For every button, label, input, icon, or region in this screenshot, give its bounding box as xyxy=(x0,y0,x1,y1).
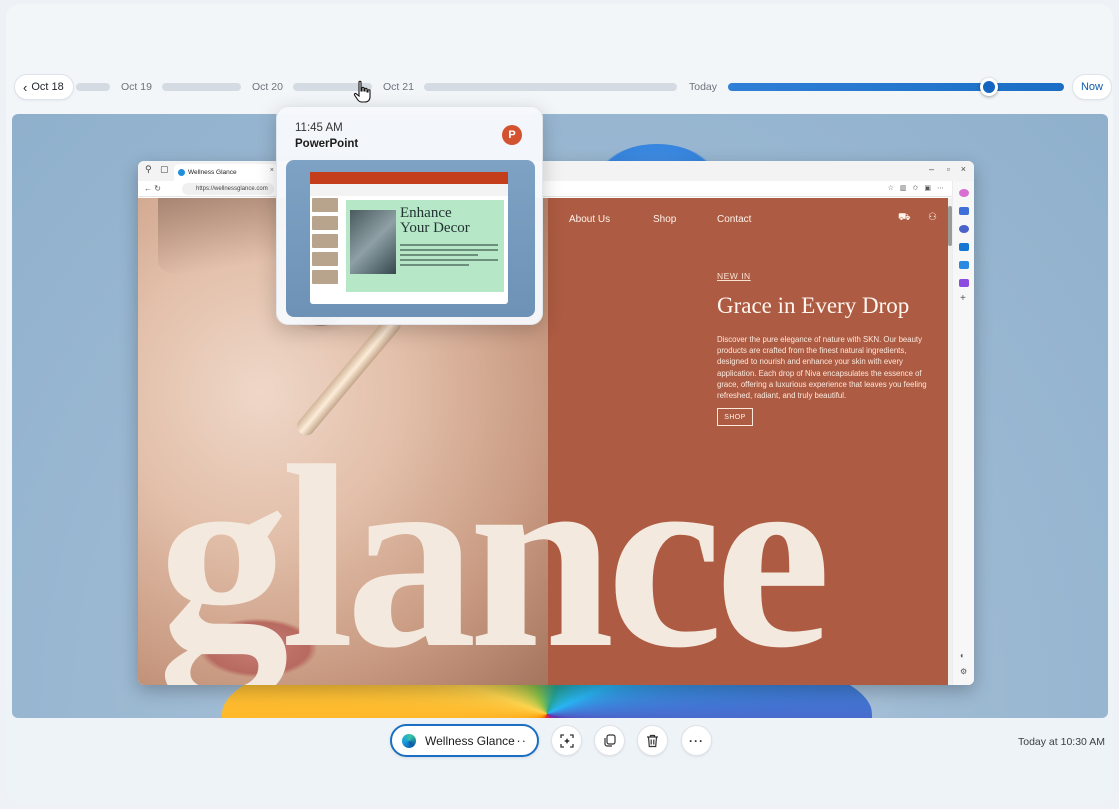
timeline-back-button[interactable]: ‹ Oct 18 xyxy=(14,74,74,100)
pp-slide-list xyxy=(312,198,342,294)
timeline-back-label: Oct 18 xyxy=(31,81,64,93)
powerpoint-icon: P xyxy=(502,125,522,145)
powerpoint-window-thumb: Enhance Your Decor xyxy=(310,172,508,304)
timeline-date-oct20[interactable]: Oct 20 xyxy=(252,81,283,93)
cart-icon[interactable]: ⛟ xyxy=(898,212,911,225)
pp-slide-title-line2: Your Decor xyxy=(400,220,470,236)
nav-about-us[interactable]: About Us xyxy=(569,214,610,225)
snapshot-timestamp: Today at 10:30 AM xyxy=(1018,736,1105,748)
nav-contact[interactable]: Contact xyxy=(717,214,751,225)
address-text: https://wellnessglance.com xyxy=(196,186,268,192)
sidebar-app-icon[interactable] xyxy=(959,207,969,215)
copy-icon xyxy=(604,734,616,747)
chip-label: Wellness Glance xyxy=(425,733,515,748)
app-context-chip[interactable]: Wellness Glance ··· xyxy=(390,724,539,757)
maximize-icon[interactable]: ▫ xyxy=(947,164,950,174)
address-bar[interactable]: https://wellnessglance.com xyxy=(182,183,274,195)
hero-body: Discover the pure elegance of nature wit… xyxy=(717,335,927,401)
timeline-segment[interactable] xyxy=(424,83,677,91)
snapshot-preview-card[interactable]: 11:45 AM PowerPoint P Enhance Your Decor xyxy=(276,106,543,325)
sidebar-toggle-icon[interactable]: ◐ xyxy=(960,651,965,660)
pp-title-bar xyxy=(310,172,508,184)
pp-ribbon xyxy=(310,184,508,196)
browser-tab[interactable]: Wellness Glance × xyxy=(174,164,278,181)
edge-icon xyxy=(402,733,416,748)
chip-more-icon[interactable]: ··· xyxy=(511,733,527,748)
browser-window[interactable]: ⚲ ▢ Wellness Glance × – ▫ × ← ↻ https://… xyxy=(138,161,974,685)
copy-button[interactable] xyxy=(594,725,625,756)
profile-icon[interactable]: ⚲ xyxy=(145,164,152,175)
timeline-segment[interactable] xyxy=(162,83,241,91)
account-icon[interactable]: ⚇ xyxy=(928,212,937,223)
timeline-bar[interactable]: ‹ Oct 18 Oct 19 Oct 20 Oct 21 Today Now xyxy=(14,74,1112,100)
page-scrollbar[interactable] xyxy=(948,198,952,685)
timeline-date-oct19[interactable]: Oct 19 xyxy=(121,81,152,93)
timeline-active-track[interactable] xyxy=(728,83,1064,91)
timeline-date-oct21[interactable]: Oct 21 xyxy=(383,81,414,93)
timeline-segment[interactable] xyxy=(76,83,110,91)
delete-icon xyxy=(647,734,658,747)
hero-headline: Grace in Every Drop xyxy=(717,293,910,318)
timeline-now-button[interactable]: Now xyxy=(1072,74,1112,100)
browser-sidebar: + ◐ ⚙ xyxy=(952,181,974,685)
browser-toolbar: ← ↻ https://wellnessglance.com ☆▥✩▣⋯ xyxy=(138,181,974,197)
web-page: About Us Shop Contact ⛟ ⚇ NEW IN Grace i… xyxy=(138,198,952,685)
chevron-left-icon: ‹ xyxy=(23,79,28,95)
hand-cursor-icon xyxy=(353,80,371,103)
sidebar-app-icon[interactable] xyxy=(959,261,969,269)
back-forward-icon[interactable]: ← ↻ xyxy=(144,184,161,193)
close-tab-icon[interactable]: × xyxy=(270,167,274,174)
timeline-date-today[interactable]: Today xyxy=(689,81,717,93)
copilot-icon[interactable] xyxy=(959,189,969,197)
new-in-label: NEW IN xyxy=(717,271,751,281)
click-to-do-button[interactable] xyxy=(551,725,582,756)
delete-button[interactable] xyxy=(637,725,668,756)
nav-shop[interactable]: Shop xyxy=(653,214,676,225)
preview-app-name: PowerPoint xyxy=(295,138,359,150)
browser-tab-title: Wellness Glance xyxy=(188,169,237,176)
settings-icon[interactable]: ⚙ xyxy=(960,667,967,676)
scrollbar-thumb[interactable] xyxy=(948,206,952,246)
timeline-scrubber-handle[interactable] xyxy=(980,78,998,96)
more-options-button[interactable]: ··· xyxy=(681,725,712,756)
close-window-icon[interactable]: × xyxy=(961,164,966,174)
pp-slide-title-line1: Enhance xyxy=(400,205,452,221)
site-favicon-icon xyxy=(178,169,185,176)
pp-slide-photo xyxy=(350,210,396,274)
pp-slide-text xyxy=(400,244,498,269)
add-icon[interactable]: + xyxy=(960,293,966,304)
tab-actions-icon[interactable]: ▢ xyxy=(160,164,169,175)
brand-wordmark: glance xyxy=(158,412,831,685)
more-icon: ··· xyxy=(689,733,704,748)
pp-slide-canvas: Enhance Your Decor xyxy=(346,200,504,292)
sidebar-app-icon[interactable] xyxy=(959,225,969,233)
pp-slide-title: Enhance Your Decor xyxy=(400,206,470,236)
preview-time: 11:45 AM xyxy=(295,122,343,134)
browser-tab-bar: ⚲ ▢ Wellness Glance × – ▫ × xyxy=(138,161,974,181)
minimize-icon[interactable]: – xyxy=(929,164,934,174)
click-to-do-icon xyxy=(559,733,574,748)
outlook-icon[interactable] xyxy=(959,243,969,251)
toolbar-icons[interactable]: ☆▥✩▣⋯ xyxy=(888,184,950,192)
sidebar-app-icon[interactable] xyxy=(959,279,969,287)
preview-thumbnail[interactable]: Enhance Your Decor xyxy=(286,160,535,317)
